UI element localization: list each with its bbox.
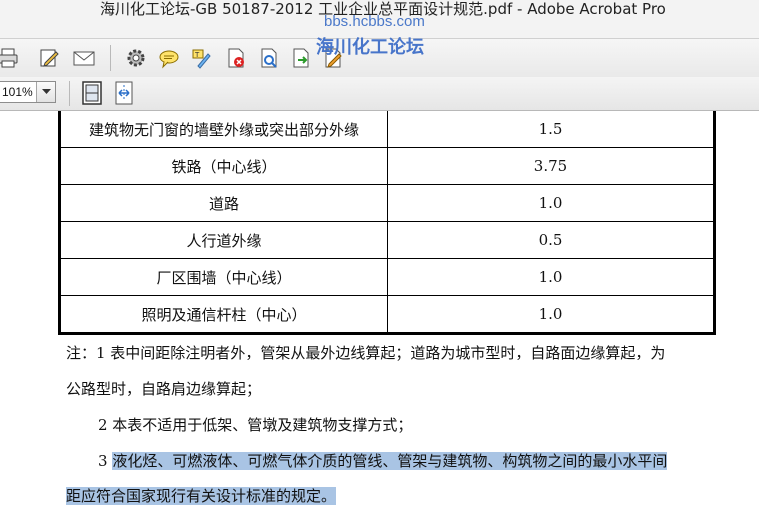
note-2: 2 本表不适用于低架、管墩及建筑物支撑方式； [98,416,413,434]
table-cell-value: 3.75 [387,147,715,185]
toolbar-separator [69,81,70,106]
table-cell-item: 厂区围墙（中心线） [59,258,388,296]
table-cell-item: 人行道外缘 [59,221,388,259]
toolbar-separator [110,45,111,71]
spacing-table: 建筑物无门窗的墙壁外缘或突出部分外缘 1.5 铁路（中心线） 3.75 道路 1… [58,111,716,335]
table-cell-item: 道路 [59,184,388,222]
table-row: 建筑物无门窗的墙壁外缘或突出部分外缘 1.5 [59,111,715,148]
table-cell-item: 照明及通信杆柱（中心） [59,295,388,334]
email-icon[interactable] [72,46,96,70]
document-page[interactable]: 建筑物无门窗的墙壁外缘或突出部分外缘 1.5 铁路（中心线） 3.75 道路 1… [0,111,759,509]
fit-width-icon[interactable] [112,81,136,105]
zoom-value[interactable]: 101% [2,85,33,99]
table-cell-value: 1.0 [387,258,715,296]
table-row: 人行道外缘 0.5 [59,221,715,259]
highlight-text-icon[interactable]: T [189,46,213,70]
note-3-line-1: 3 液化烃、可燃液体、可燃气体介质的管线、管架与建筑物、构筑物之间的最小水平间 [98,451,668,471]
table-cell-value: 1.0 [387,184,715,222]
edit-icon[interactable] [37,46,61,70]
note-3-line-2: 距应符合国家现行有关设计标准的规定。 [66,486,337,506]
note-1-line-1: 注：1 表中间距除注明者外，管架从最外边线算起；道路为城市型时，自路面边缘算起，… [66,344,666,362]
table-cell-value: 1.0 [387,295,715,334]
zoom-field[interactable]: 101% [0,81,56,103]
svg-text:T: T [194,51,200,59]
selected-text[interactable]: 液化烃、可燃液体、可燃气体介质的管线、管架与建筑物、构筑物之间的最小水平间 [112,452,668,470]
table-row: 铁路（中心线） 3.75 [59,147,715,185]
watermark-url: bbs.hcbbs.com [324,13,425,30]
note-1-line-2: 公路型时，自路肩边缘算起； [66,380,262,398]
table-cell-value: 1.5 [387,111,715,148]
gear-icon[interactable] [124,46,148,70]
table-cell-value: 0.5 [387,221,715,259]
table-cell-item: 建筑物无门窗的墙壁外缘或突出部分外缘 [59,111,388,148]
table-cell-item: 铁路（中心线） [59,147,388,185]
delete-pdf-icon[interactable] [224,46,248,70]
print-icon[interactable] [0,46,20,70]
view-toolbar: 101% [0,77,759,111]
review-icon[interactable] [257,46,281,70]
fit-page-icon[interactable] [80,81,104,105]
comment-icon[interactable] [157,46,181,70]
table-row: 道路 1.0 [59,184,715,222]
watermark-name: 海川化工论坛 [316,37,424,58]
export-icon[interactable] [289,46,313,70]
table-row: 厂区围墙（中心线） 1.0 [59,258,715,296]
chevron-down-icon[interactable] [36,82,55,102]
note-3-number: 3 [98,452,113,470]
table-row: 照明及通信杆柱（中心） 1.0 [59,295,715,334]
selected-text[interactable]: 距应符合国家现行有关设计标准的规定。 [66,487,337,505]
